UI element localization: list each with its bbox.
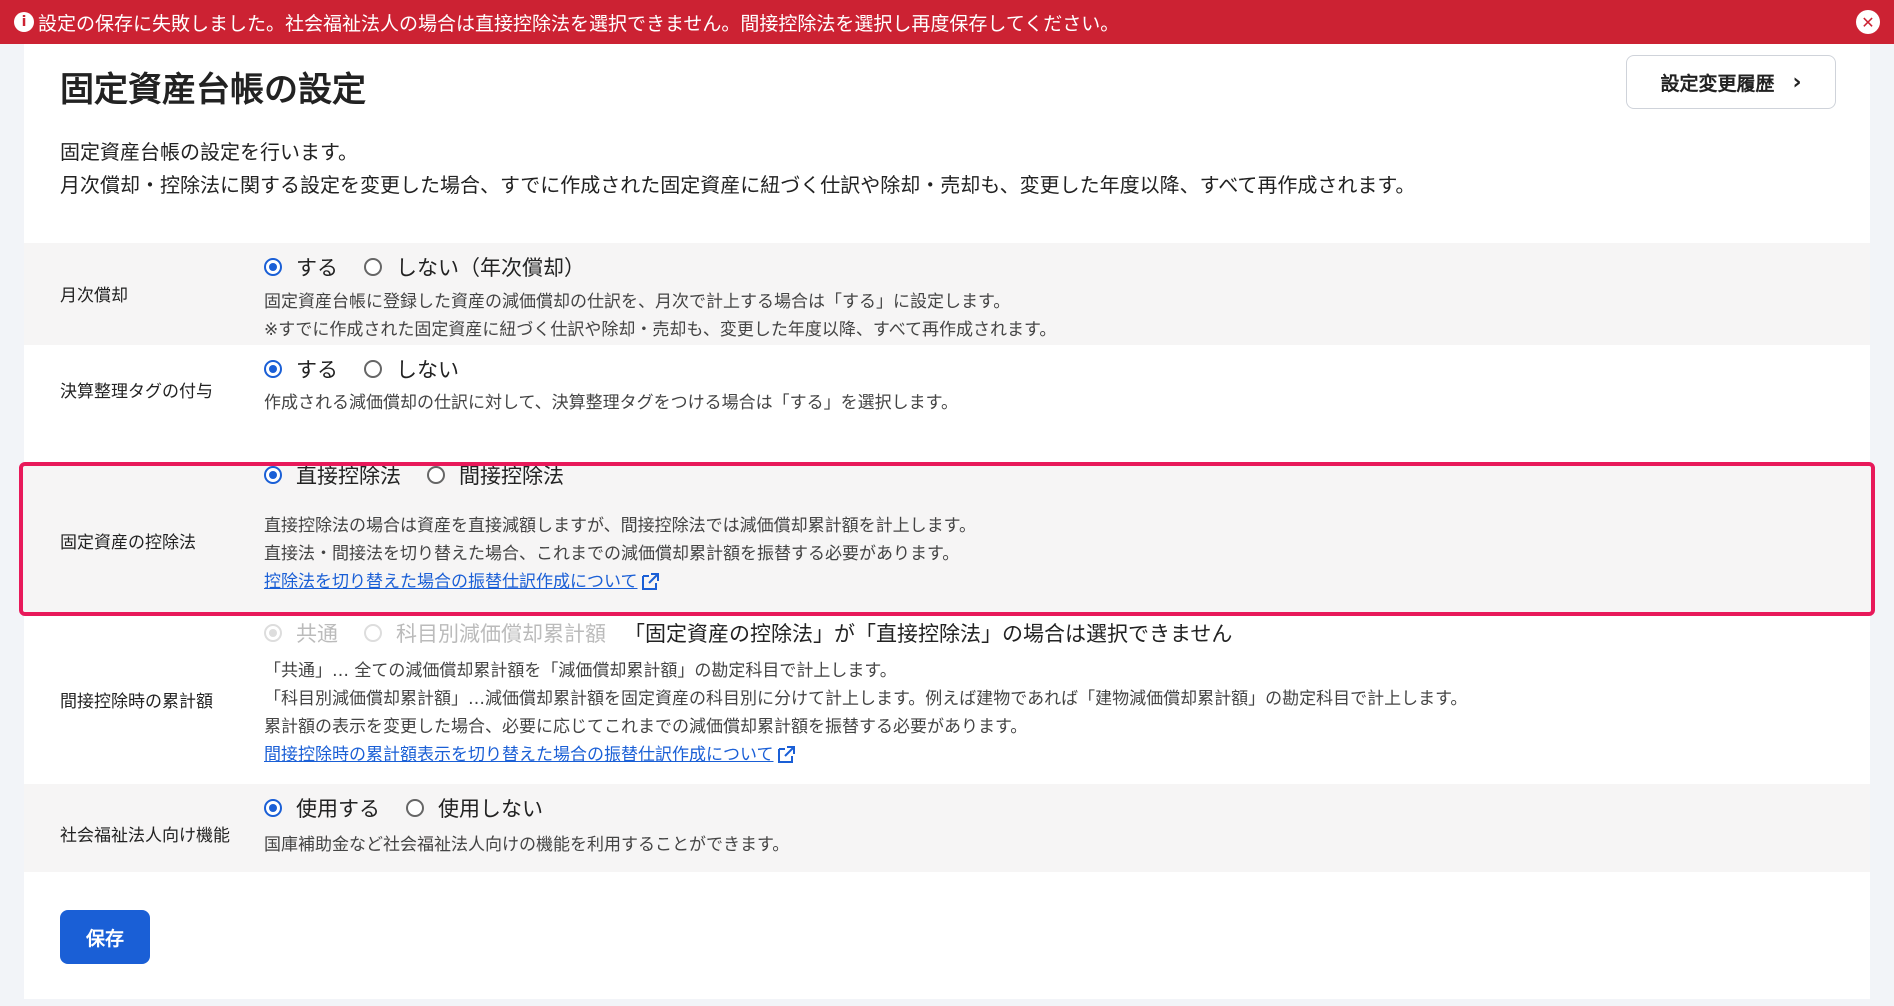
option-label: 使用する [296,797,380,821]
setting-help: 「共通」… 全ての減価償却累計額を「減価償却累計額」の勘定科目で計上します。 「… [264,657,1467,769]
page-description: 固定資産台帳の設定を行います。 月次償却・控除法に関する設定を変更した場合、すで… [60,136,1415,202]
radio-unchecked-icon [406,799,424,817]
page-title: 固定資産台帳の設定 [60,70,366,110]
radio-monthly-yes[interactable]: する [264,252,338,282]
settings-panel: 固定資産台帳の設定 設定変更履歴 › 固定資産台帳の設定を行います。 月次償却・… [24,44,1870,999]
close-icon[interactable]: ✕ [1856,10,1880,34]
radio-closing-tag-no[interactable]: しない [364,354,459,384]
description-line: 月次償却・控除法に関する設定を変更した場合、すでに作成された固定資産に紐づく仕訳… [60,173,1416,197]
setting-label: 決算整理タグの付与 [60,382,213,402]
option-label: する [296,358,338,382]
radio-group-closing-tag: する しない [264,354,485,384]
help-text: 直接法・間接法を切り替えた場合、これまでの減価償却累計額を振替する必要があります… [264,544,960,564]
setting-help: 国庫補助金など社会福祉法人向けの機能を利用することができます。 [264,831,789,859]
radio-common-disabled: 共通 [264,618,338,648]
radio-unchecked-icon [427,466,445,484]
indirect-total-help-link[interactable]: 間接控除時の累計額表示を切り替えた場合の振替仕訳作成について [264,741,796,769]
setting-row-monthly: 月次償却 する しない（年次償却） 固定資産台帳に登録した資産の減価償却の仕訳を… [24,243,1870,345]
help-text: 「共通」… 全ての減価償却累計額を「減価償却累計額」の勘定科目で計上します。 [264,661,897,681]
chevron-right-icon: › [1792,69,1802,95]
option-label: 科目別減価償却累計額 [396,622,606,646]
setting-row-deduction: 固定資産の控除法 直接控除法 間接控除法 直接控除法の場合は資産を直接減額します… [24,464,1870,612]
radio-checked-icon [264,624,282,642]
link-text: 控除法を切り替えた場合の振替仕訳作成について [264,572,638,592]
setting-help: 直接控除法の場合は資産を直接減額しますが、間接控除法では減価償却累計額を計上しま… [264,512,976,596]
radio-direct-deduction[interactable]: 直接控除法 [264,460,401,490]
error-banner: i 設定の保存に失敗しました。社会福祉法人の場合は直接控除法を選択できません。間… [0,0,1894,44]
info-icon: i [14,12,34,32]
setting-row-closing-tag: 決算整理タグの付与 する しない 作成される減価償却の仕訳に対して、決算整理タグ… [24,345,1870,425]
external-link-icon [641,573,659,590]
radio-group-social-welfare: 使用する 使用しない [264,793,569,823]
link-text: 間接控除時の累計額表示を切り替えた場合の振替仕訳作成について [264,745,774,765]
radio-checked-icon [264,466,282,484]
save-button[interactable]: 保存 [60,910,150,964]
option-label: 共通 [296,622,338,646]
external-link-icon [777,746,795,763]
deduction-help-link[interactable]: 控除法を切り替えた場合の振替仕訳作成について [264,568,660,596]
help-text: 直接控除法の場合は資産を直接減額しますが、間接控除法では減価償却累計額を計上しま… [264,516,976,536]
radio-closing-tag-yes[interactable]: する [264,354,338,384]
radio-social-welfare-use[interactable]: 使用する [264,793,380,823]
option-label: 直接控除法 [296,464,401,488]
radio-checked-icon [264,258,282,276]
help-text: 「科目別減価償却累計額」…減価償却累計額を固定資産の科目別に分けて計上します。例… [264,689,1468,709]
help-text: 固定資産台帳に登録した資産の減価償却の仕訳を、月次で計上する場合は「する」に設定… [264,292,1011,312]
radio-unchecked-icon [364,624,382,642]
option-label: 間接控除法 [459,464,564,488]
help-text: 国庫補助金など社会福祉法人向けの機能を利用することができます。 [264,835,790,855]
settings-history-button[interactable]: 設定変更履歴 › [1626,55,1836,109]
option-label: 使用しない [438,797,543,821]
help-text: 累計額の表示を変更した場合、必要に応じてこれまでの減価償却累計額を振替する必要が… [264,717,1028,737]
description-line: 固定資産台帳の設定を行います。 [60,140,358,164]
radio-social-welfare-not-use[interactable]: 使用しない [406,793,543,823]
radio-per-account-disabled: 科目別減価償却累計額 [364,618,606,648]
option-label: しない [396,358,459,382]
setting-help: 固定資産台帳に登録した資産の減価償却の仕訳を、月次で計上する場合は「する」に設定… [264,288,1056,344]
error-message: 設定の保存に失敗しました。社会福祉法人の場合は直接控除法を選択できません。間接控… [38,12,1120,35]
radio-unchecked-icon [364,360,382,378]
radio-checked-icon [264,360,282,378]
setting-row-social-welfare: 社会福祉法人向け機能 使用する 使用しない 国庫補助金など社会福祉法人向けの機能… [24,784,1870,872]
help-text: 作成される減価償却の仕訳に対して、決算整理タグをつける場合は「する」を選択します… [264,393,958,413]
setting-help: 作成される減価償却の仕訳に対して、決算整理タグをつける場合は「する」を選択します… [264,389,958,417]
setting-row-indirect-total: 間接控除時の累計額 共通 科目別減価償却累計額 「固定資産の控除法」が「直接控除… [24,612,1870,784]
radio-monthly-no[interactable]: しない（年次償却） [364,252,585,282]
disabled-note: 「固定資産の控除法」が「直接控除法」の場合は選択できません [624,622,1233,646]
setting-label: 固定資産の控除法 [60,533,196,553]
radio-group-deduction: 直接控除法 間接控除法 [264,460,590,490]
radio-indirect-deduction[interactable]: 間接控除法 [427,460,564,490]
help-text: ※すでに作成された固定資産に紐づく仕訳や除却・売却も、変更した年度以降、すべて再… [264,320,1057,340]
radio-checked-icon [264,799,282,817]
radio-unchecked-icon [364,258,382,276]
history-button-label: 設定変更履歴 [1660,72,1775,95]
option-label: しない（年次償却） [396,256,585,280]
radio-group-monthly: する しない（年次償却） [264,252,611,282]
option-label: する [296,256,338,280]
radio-group-indirect-total: 共通 科目別減価償却累計額 「固定資産の控除法」が「直接控除法」の場合は選択でき… [264,618,1232,648]
setting-label: 月次償却 [60,286,128,306]
setting-label: 間接控除時の累計額 [60,692,213,712]
setting-label: 社会福祉法人向け機能 [60,826,230,846]
